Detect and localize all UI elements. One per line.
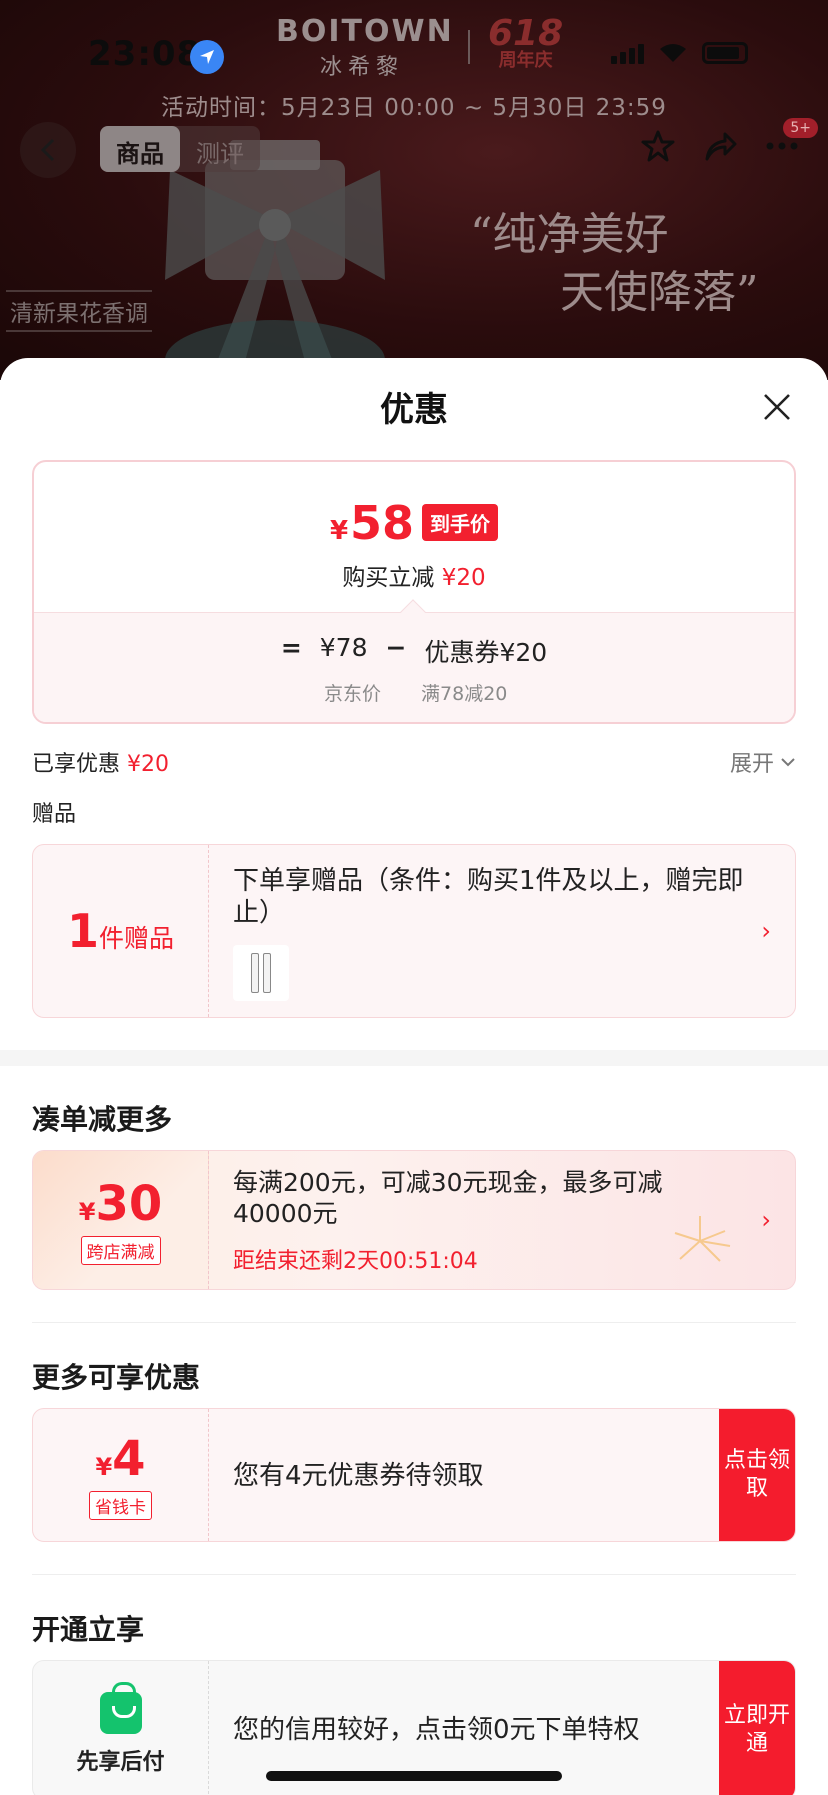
saving-card-tag: 省钱卡: [89, 1490, 152, 1520]
brand-name-en: BOITOWN: [276, 14, 454, 49]
slogan-line-1: “纯净美好: [470, 209, 669, 260]
status-time: 23:08: [88, 34, 202, 74]
jd-price: ¥78: [319, 633, 368, 662]
location-arrow-icon: [190, 40, 224, 74]
tab-review[interactable]: 测评: [180, 126, 260, 172]
favorite-button[interactable]: [638, 126, 678, 166]
share-button[interactable]: [700, 126, 740, 166]
more-offers-title: 更多可享优惠: [32, 1361, 201, 1394]
cross-store-amount-area: ¥30 跨店满减: [33, 1151, 209, 1289]
currency-symbol: ¥: [329, 516, 349, 546]
activate-button[interactable]: 立即开通: [719, 1661, 795, 1795]
final-price-area: ¥ 58 到手价 购买立减 ¥20: [34, 462, 794, 612]
equals-sign: =: [280, 633, 302, 662]
gift-section-label: 赠品: [32, 802, 77, 827]
event-label: 周年庆: [498, 50, 553, 71]
shopping-bag-icon: [99, 1682, 142, 1734]
formula-labels: 京东价 满78减20: [324, 679, 507, 706]
pay-later-label: 先享后付: [76, 1750, 165, 1775]
sparkle-decoration-icon: [674, 1216, 731, 1262]
battery-icon: [702, 42, 748, 64]
expand-button[interactable]: 展开: [730, 746, 796, 778]
final-price-tag: 到手价: [422, 504, 499, 541]
minus-sign: −: [385, 633, 407, 662]
event-logo: 618 周年庆: [488, 16, 563, 70]
expand-label: 展开: [729, 752, 774, 777]
coupon-description: 您有4元优惠券待领取: [233, 1461, 484, 1491]
share-icon: [705, 132, 737, 161]
discount-sheet: 优惠 ¥ 58 到手价 购买立减 ¥20 = ¥78 − 优惠券¥20 京东价: [0, 358, 828, 1795]
sheet-title: 优惠: [380, 390, 448, 430]
price-breakdown-card: ¥ 58 到手价 购买立减 ¥20 = ¥78 − 优惠券¥20 京东价 满78…: [32, 460, 796, 724]
cross-store-description: 每满200元，可减30元现金，最多可减40000元: [233, 1168, 663, 1228]
pay-later-description: 您的信用较好，点击领0元下单特权: [233, 1715, 640, 1745]
gift-count-area: 1件赠品: [33, 845, 209, 1017]
wifi-icon: [660, 44, 686, 62]
claim-coupon-button[interactable]: 点击领取: [719, 1409, 795, 1541]
price-formula: = ¥78 − 优惠券¥20: [34, 633, 794, 669]
top-actions: [638, 126, 802, 166]
product-banner: BOITOWN 冰希黎 618 周年庆 23:08 活动时间：5月23日 00:…: [0, 0, 828, 380]
cross-store-discount-card[interactable]: ¥30 跨店满减 每满200元，可减30元现金，最多可减40000元 距结束还剩…: [32, 1150, 796, 1290]
jd-price-label: 京东价: [324, 683, 382, 705]
slogan: “纯净美好 天使降落”: [470, 206, 759, 322]
product-tabs: 商品 测评: [100, 126, 260, 172]
coupon-amount-area: ¥4 省钱卡: [33, 1409, 209, 1541]
gift-thumbnail: [233, 945, 289, 1001]
notification-badge: 5+: [783, 118, 818, 138]
brand-logo: BOITOWN 冰希黎: [276, 14, 454, 81]
chevron-left-icon: [40, 138, 55, 162]
tab-product[interactable]: 商品: [100, 126, 180, 172]
brand-divider: [468, 30, 470, 64]
coupon-value: ¥20: [499, 638, 548, 667]
coupon-rule: 满78减20: [421, 683, 508, 705]
currency-symbol: ¥: [78, 1197, 96, 1226]
status-icons: [611, 42, 748, 64]
chevron-right-icon: ›: [761, 917, 771, 945]
final-price-value: 58: [350, 496, 415, 550]
gift-card[interactable]: 1件赠品 下单享赠品（条件：购买1件及以上，赠完即止） ›: [32, 844, 796, 1018]
gift-description: 下单享赠品（条件：购买1件及以上，赠完即止）: [233, 866, 744, 928]
coupon-amount: 4: [112, 1430, 146, 1487]
gift-count: 1: [66, 904, 99, 958]
countdown-text: 距结束还剩2天00:51:04: [233, 1249, 478, 1274]
gift-unit: 件赠品: [99, 924, 175, 953]
price-formula-area: = ¥78 − 优惠券¥20 京东价 满78减20: [34, 599, 794, 722]
divider: [32, 1574, 796, 1575]
open-enjoy-title: 开通立享: [32, 1613, 145, 1646]
scent-tagline: 清新果花香调: [6, 290, 152, 332]
section-separator: [0, 1050, 828, 1066]
star-icon: [641, 130, 675, 162]
more-discount-title: 凑单减更多: [32, 1103, 173, 1136]
home-indicator[interactable]: [266, 1771, 562, 1781]
enjoyed-value: ¥20: [127, 752, 170, 777]
more-dots-icon: [766, 142, 798, 150]
final-price: ¥ 58 到手价: [34, 496, 794, 550]
instant-discount: 购买立减 ¥20: [34, 558, 794, 592]
coupon-label: 优惠券: [424, 638, 500, 667]
divider: [32, 1322, 796, 1323]
enjoyed-label: 已享优惠: [32, 752, 121, 777]
instant-discount-label: 购买立减: [342, 565, 435, 591]
saving-card-coupon: ¥4 省钱卡 您有4元优惠券待领取 点击领取: [32, 1408, 796, 1542]
brand-name-cn: 冰希黎: [319, 55, 404, 80]
currency-symbol: ¥: [95, 1452, 113, 1481]
pay-later-badge: 先享后付: [33, 1661, 209, 1795]
cross-store-amount: 30: [95, 1175, 163, 1232]
activity-time: 活动时间：5月23日 00:00 ~ 5月30日 23:59: [161, 95, 667, 121]
chevron-down-icon: [781, 758, 795, 767]
back-button[interactable]: [20, 122, 76, 178]
cellular-signal-icon: [611, 44, 644, 64]
event-number: 618: [488, 13, 564, 54]
enjoyed-discount: 已享优惠 ¥20: [32, 746, 169, 778]
cross-store-tag: 跨店满减: [80, 1235, 161, 1265]
chevron-right-icon: ›: [761, 1206, 771, 1234]
close-icon[interactable]: [762, 392, 792, 422]
slogan-line-2: 天使降落”: [560, 267, 759, 318]
instant-discount-value: ¥20: [441, 565, 486, 591]
